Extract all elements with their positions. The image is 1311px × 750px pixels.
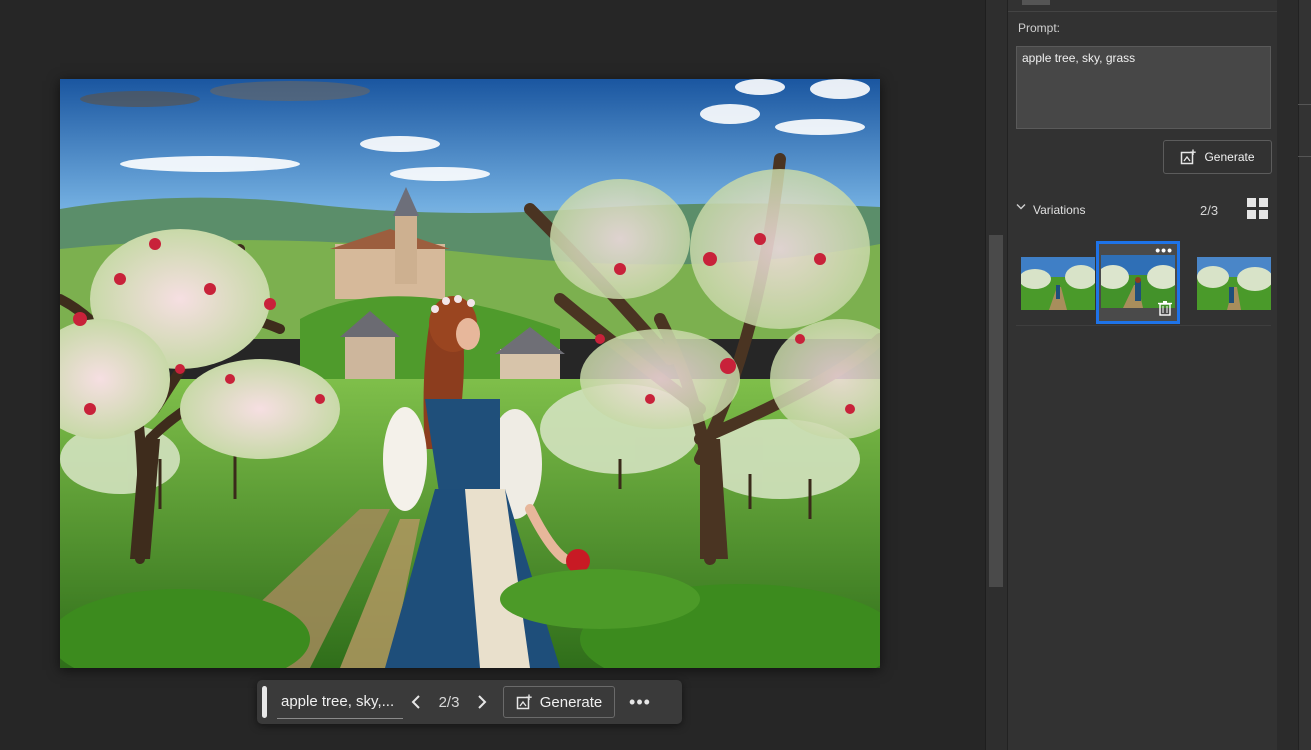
divider xyxy=(1298,156,1311,157)
scrollbar-thumb[interactable] xyxy=(989,235,1003,587)
grid-view-icon[interactable] xyxy=(1247,198,1269,220)
thumbnail-more-icon[interactable]: ••• xyxy=(1155,244,1173,258)
variation-thumbnail-2[interactable]: ••• xyxy=(1096,241,1180,324)
next-variation-button[interactable] xyxy=(469,687,495,717)
prompt-preview-field[interactable]: apple tree, sky,... xyxy=(277,685,403,719)
variation-counter: 2/3 xyxy=(438,693,460,711)
variations-section-header[interactable]: Variations 2/3 xyxy=(1016,198,1271,224)
chevron-right-icon xyxy=(478,695,487,709)
variations-count: 2/3 xyxy=(1200,203,1219,218)
app-window: apple tree, sky,... 2/3 Generate ••• Pro… xyxy=(0,0,1311,750)
chevron-left-icon xyxy=(411,695,420,709)
document-canvas[interactable]: apple tree, sky,... 2/3 Generate ••• xyxy=(0,0,985,750)
taskbar-generate-label: Generate xyxy=(539,693,603,711)
panel-generate-button[interactable]: Generate xyxy=(1163,140,1272,174)
generate-image-icon xyxy=(1180,149,1197,165)
generative-fill-panel: Prompt: apple tree, sky, grass Generate … xyxy=(1007,0,1278,750)
generated-image[interactable] xyxy=(60,79,880,668)
drag-handle[interactable] xyxy=(262,686,267,718)
contextual-taskbar: apple tree, sky,... 2/3 Generate ••• xyxy=(257,680,682,724)
chevron-down-icon[interactable] xyxy=(1016,202,1026,214)
panel-tab-stub[interactable] xyxy=(1022,0,1050,5)
divider xyxy=(1298,104,1311,105)
variations-title: Variations xyxy=(1033,203,1086,217)
trash-icon[interactable] xyxy=(1157,300,1173,316)
prompt-label: Prompt: xyxy=(1018,21,1061,35)
prompt-textarea[interactable]: apple tree, sky, grass xyxy=(1016,46,1271,129)
panel-top-strip xyxy=(1008,0,1278,12)
more-icon[interactable]: ••• xyxy=(625,692,655,713)
divider xyxy=(1016,325,1271,326)
variation-thumbnail-3[interactable] xyxy=(1197,257,1271,310)
previous-variation-button[interactable] xyxy=(403,687,429,717)
canvas-vertical-scrollbar[interactable] xyxy=(985,0,1008,750)
right-edge-toolbar xyxy=(1277,0,1311,750)
generate-image-icon xyxy=(516,694,532,710)
panel-scrollbar[interactable] xyxy=(1298,0,1311,750)
panel-generate-label: Generate xyxy=(1204,150,1255,164)
variations-thumbnails: ••• xyxy=(1021,241,1271,325)
variation-thumbnail-1[interactable] xyxy=(1021,257,1095,310)
taskbar-generate-button[interactable]: Generate xyxy=(503,686,615,718)
